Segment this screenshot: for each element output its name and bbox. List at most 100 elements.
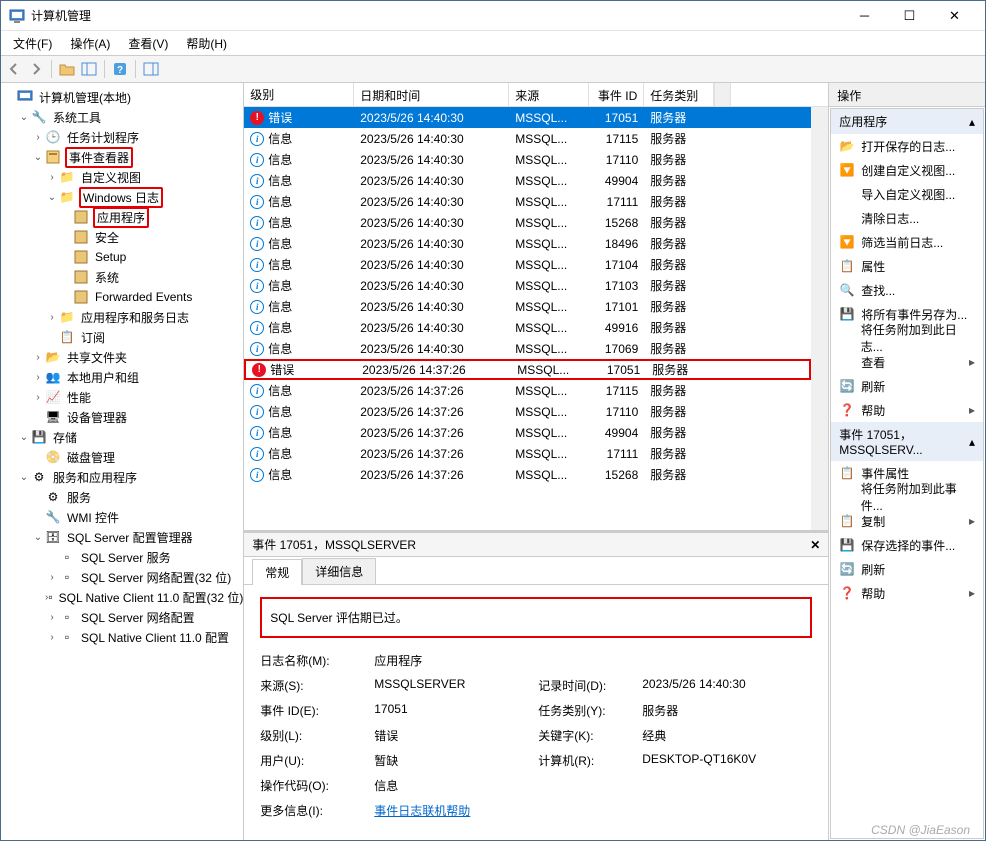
tree-storage[interactable]: ⌄💾存储: [3, 427, 241, 447]
table-row[interactable]: i信息2023/5/26 14:40:30MSSQL...17101服务器: [244, 296, 811, 317]
action-item[interactable]: 🔍查找...: [831, 278, 983, 302]
navigation-tree[interactable]: 计算机管理(本地) ⌄🔧系统工具 ›🕒任务计划程序 ⌄事件查看器 ›📁自定义视图…: [1, 83, 244, 840]
tree-sqlservices[interactable]: ▫SQL Server 服务: [3, 547, 241, 567]
info-icon: i: [250, 342, 264, 356]
action-item[interactable]: ❓帮助▸: [831, 581, 983, 605]
tree-root[interactable]: 计算机管理(本地): [3, 87, 241, 107]
menu-action[interactable]: 操作(A): [62, 33, 118, 54]
users-icon: 👥: [45, 369, 61, 385]
action-item[interactable]: ❓帮助▸: [831, 398, 983, 422]
action-item[interactable]: 🔄刷新: [831, 557, 983, 581]
action-item[interactable]: 将任务附加到此事件...: [831, 485, 983, 509]
tree-wmi[interactable]: 🔧WMI 控件: [3, 507, 241, 527]
tree-localusers[interactable]: ›👥本地用户和组: [3, 367, 241, 387]
action-item[interactable]: 导入自定义视图...: [831, 182, 983, 206]
tree-taskscheduler[interactable]: ›🕒任务计划程序: [3, 127, 241, 147]
tree-eventviewer[interactable]: ⌄事件查看器: [3, 147, 241, 167]
action-item[interactable]: 💾保存选择的事件...: [831, 533, 983, 557]
close-button[interactable]: ✕: [932, 1, 977, 31]
table-row[interactable]: i信息2023/5/26 14:40:30MSSQL...49904服务器: [244, 170, 811, 191]
tree-sqlnative[interactable]: ›▫SQL Native Client 11.0 配置: [3, 627, 241, 647]
minimize-button[interactable]: ─: [842, 1, 887, 31]
chevron-right-icon: ▸: [969, 514, 975, 528]
table-row[interactable]: i信息2023/5/26 14:40:30MSSQL...17104服务器: [244, 254, 811, 275]
lbl-keywords: 关键字(K):: [538, 727, 638, 744]
col-category[interactable]: 任务类别: [644, 83, 714, 106]
info-icon: i: [250, 468, 264, 482]
scrollbar[interactable]: [811, 107, 828, 530]
tree-app[interactable]: 应用程序: [3, 207, 241, 227]
tree-winlogs[interactable]: ⌄📁Windows 日志: [3, 187, 241, 207]
table-row[interactable]: i信息2023/5/26 14:37:26MSSQL...15268服务器: [244, 464, 811, 485]
detail-title: 事件 17051，MSSQLSERVER ✕: [244, 533, 828, 557]
table-row[interactable]: i信息2023/5/26 14:40:30MSSQL...15268服务器: [244, 212, 811, 233]
tree-services[interactable]: ⚙服务: [3, 487, 241, 507]
col-datetime[interactable]: 日期和时间: [354, 83, 509, 106]
tab-details[interactable]: 详细信息: [302, 558, 376, 584]
table-body[interactable]: !错误2023/5/26 14:40:30MSSQL...17051服务器i信息…: [244, 107, 811, 530]
actions-section-event[interactable]: 事件 17051，MSSQLSERV... ▴: [831, 422, 983, 461]
tree-security[interactable]: 安全: [3, 227, 241, 247]
table-row[interactable]: i信息2023/5/26 14:40:30MSSQL...17111服务器: [244, 191, 811, 212]
back-icon[interactable]: [5, 60, 23, 78]
folder-icon[interactable]: [58, 60, 76, 78]
tree-sqlnet[interactable]: ›▫SQL Server 网络配置: [3, 607, 241, 627]
action-item[interactable]: 🔽筛选当前日志...: [831, 230, 983, 254]
services-icon: ⚙: [31, 469, 47, 485]
tree-customviews[interactable]: ›📁自定义视图: [3, 167, 241, 187]
action-item[interactable]: 将任务附加到此日志...: [831, 326, 983, 350]
table-row[interactable]: i信息2023/5/26 14:40:30MSSQL...17069服务器: [244, 338, 811, 359]
tree-perf[interactable]: ›📈性能: [3, 387, 241, 407]
error-icon: !: [250, 111, 264, 125]
actions-section-app[interactable]: 应用程序 ▴: [831, 109, 983, 134]
action-item[interactable]: 🔽创建自定义视图...: [831, 158, 983, 182]
action-icon: 🔄: [839, 561, 855, 577]
col-source[interactable]: 来源: [509, 83, 589, 106]
table-row[interactable]: i信息2023/5/26 14:40:30MSSQL...18496服务器: [244, 233, 811, 254]
tree-shared[interactable]: ›📂共享文件夹: [3, 347, 241, 367]
tree-sqlconfig[interactable]: ⌄🗄SQL Server 配置管理器: [3, 527, 241, 547]
layout-icon[interactable]: [80, 60, 98, 78]
menu-file[interactable]: 文件(F): [5, 33, 60, 54]
link-moreinfo[interactable]: 事件日志联机帮助: [374, 802, 812, 819]
tree-systools[interactable]: ⌄🔧系统工具: [3, 107, 241, 127]
sql-icon: ▫: [59, 629, 75, 645]
table-row[interactable]: i信息2023/5/26 14:40:30MSSQL...17110服务器: [244, 149, 811, 170]
panel-icon[interactable]: [142, 60, 160, 78]
table-row[interactable]: i信息2023/5/26 14:40:30MSSQL...17103服务器: [244, 275, 811, 296]
table-row[interactable]: !错误2023/5/26 14:40:30MSSQL...17051服务器: [244, 107, 811, 128]
tree-diskmgr[interactable]: 📀磁盘管理: [3, 447, 241, 467]
action-item[interactable]: 清除日志...: [831, 206, 983, 230]
tree-appsvclogs[interactable]: ›📁应用程序和服务日志: [3, 307, 241, 327]
tree-devmgr[interactable]: 🖥设备管理器: [3, 407, 241, 427]
close-detail-button[interactable]: ✕: [810, 538, 820, 552]
table-row[interactable]: i信息2023/5/26 14:40:30MSSQL...49916服务器: [244, 317, 811, 338]
tree-sqlnative32[interactable]: ›▫SQL Native Client 11.0 配置(32 位): [3, 587, 241, 607]
action-item[interactable]: 🔄刷新: [831, 374, 983, 398]
table-row[interactable]: i信息2023/5/26 14:37:26MSSQL...17111服务器: [244, 443, 811, 464]
tree-forwarded[interactable]: Forwarded Events: [3, 287, 241, 307]
table-row[interactable]: i信息2023/5/26 14:37:26MSSQL...17110服务器: [244, 401, 811, 422]
forward-icon[interactable]: [27, 60, 45, 78]
col-eventid[interactable]: 事件 ID: [589, 83, 644, 106]
action-item[interactable]: 📋属性: [831, 254, 983, 278]
info-icon: i: [250, 195, 264, 209]
tree-system[interactable]: 系统: [3, 267, 241, 287]
maximize-button[interactable]: ☐: [887, 1, 932, 31]
tree-services-apps[interactable]: ⌄⚙服务和应用程序: [3, 467, 241, 487]
table-row[interactable]: i信息2023/5/26 14:37:26MSSQL...49904服务器: [244, 422, 811, 443]
table-row[interactable]: !错误2023/5/26 14:37:26MSSQL...17051服务器: [244, 359, 811, 380]
tree-setup[interactable]: Setup: [3, 247, 241, 267]
tab-general[interactable]: 常规: [252, 559, 302, 585]
storage-icon: 💾: [31, 429, 47, 445]
action-item[interactable]: 📂打开保存的日志...: [831, 134, 983, 158]
table-row[interactable]: i信息2023/5/26 14:37:26MSSQL...17115服务器: [244, 380, 811, 401]
menu-help[interactable]: 帮助(H): [178, 33, 235, 54]
menu-view[interactable]: 查看(V): [120, 33, 176, 54]
app-icon: [9, 8, 25, 24]
col-level[interactable]: 级别: [244, 83, 354, 106]
tree-sqlnet32[interactable]: ›▫SQL Server 网络配置(32 位): [3, 567, 241, 587]
table-row[interactable]: i信息2023/5/26 14:40:30MSSQL...17115服务器: [244, 128, 811, 149]
help-icon[interactable]: ?: [111, 60, 129, 78]
tree-subs[interactable]: 📋订阅: [3, 327, 241, 347]
